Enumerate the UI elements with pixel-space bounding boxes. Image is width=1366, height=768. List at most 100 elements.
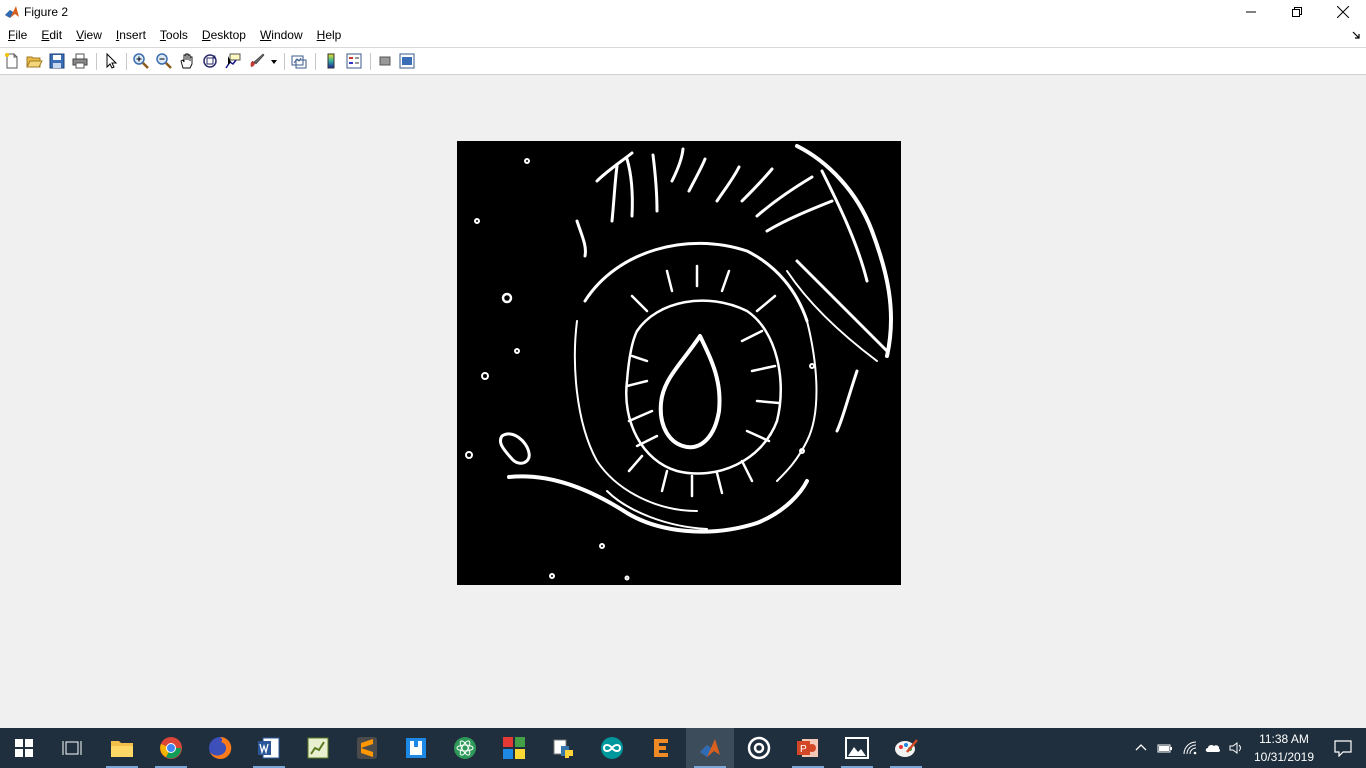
system-clock[interactable]: 11:38 AM 10/31/2019 xyxy=(1252,730,1316,766)
menu-insert[interactable]: Insert xyxy=(108,24,152,47)
start-icon xyxy=(15,739,33,757)
restore-icon xyxy=(1292,7,1302,17)
edge-detected-eye-image xyxy=(457,141,901,585)
clock-date: 10/31/2019 xyxy=(1253,750,1315,764)
taskbar-paint[interactable] xyxy=(882,728,930,768)
figure-toolbar xyxy=(0,47,1366,75)
window-title: Figure 2 xyxy=(24,5,69,19)
paint-icon xyxy=(895,739,918,757)
insert-colorbar-icon[interactable] xyxy=(322,52,340,70)
menu-accelerator: V xyxy=(76,28,84,42)
wifi-icon[interactable] xyxy=(1182,740,1198,756)
menu-accelerator: T xyxy=(159,28,166,42)
taskbar-arduino[interactable] xyxy=(588,728,636,768)
toolbar-separator xyxy=(284,53,285,70)
window-title-bar[interactable]: Figure 2 xyxy=(0,0,1366,24)
taskbar-office-app[interactable] xyxy=(490,728,538,768)
close-icon xyxy=(1337,6,1349,18)
minimize-button[interactable] xyxy=(1228,0,1274,24)
matlab-logo-icon xyxy=(5,6,19,18)
taskbar-atom[interactable] xyxy=(441,728,489,768)
start-button[interactable] xyxy=(0,728,48,768)
file-explorer-icon xyxy=(111,741,133,757)
taskbar-chrome[interactable] xyxy=(147,728,195,768)
data-cursor-icon[interactable] xyxy=(224,52,242,70)
taskbar-python[interactable] xyxy=(539,728,587,768)
pan-icon[interactable] xyxy=(178,52,196,70)
menu-tools[interactable]: Tools xyxy=(152,24,194,47)
brush-dropdown-icon[interactable] xyxy=(271,60,277,64)
toolbar-separator xyxy=(315,53,316,70)
figure-canvas[interactable] xyxy=(0,75,1366,728)
taskbar-photos[interactable] xyxy=(833,728,881,768)
menu-accelerator: W xyxy=(259,28,272,42)
clock-time: 11:38 AM xyxy=(1259,732,1309,746)
menu-help[interactable]: Help xyxy=(309,24,348,47)
svg-text:P: P xyxy=(800,744,807,755)
close-button[interactable] xyxy=(1320,0,1366,24)
atom-icon xyxy=(454,737,476,759)
menu-accelerator: D xyxy=(201,28,211,42)
obs-icon xyxy=(747,736,771,760)
minimize-icon xyxy=(1246,11,1256,13)
taskbar-firefox[interactable] xyxy=(196,728,244,768)
menu-window[interactable]: Window xyxy=(252,24,309,47)
battery-icon[interactable] xyxy=(1157,740,1173,756)
zoom-out-icon[interactable] xyxy=(155,52,173,70)
menu-accelerator: F xyxy=(8,28,16,42)
onedrive-icon[interactable] xyxy=(1205,740,1221,756)
brush-icon[interactable] xyxy=(248,52,266,70)
restore-button[interactable] xyxy=(1274,0,1320,24)
arduino-icon xyxy=(601,737,623,759)
menu-desktop[interactable]: Desktop xyxy=(194,24,252,47)
dock-figure-icon[interactable] xyxy=(1352,31,1360,39)
taskbar-file-explorer[interactable] xyxy=(98,728,146,768)
insert-legend-icon[interactable] xyxy=(345,52,363,70)
print-figure-icon[interactable] xyxy=(71,52,89,70)
menu-bar: File Edit View Insert Tools Desktop Wind… xyxy=(0,24,1366,47)
taskbar-sublime-text[interactable] xyxy=(343,728,391,768)
task-view-icon xyxy=(62,741,82,755)
eclipse-icon xyxy=(654,739,668,757)
matlab-icon xyxy=(700,739,720,757)
office-app-icon xyxy=(503,737,525,759)
sublime-text-icon xyxy=(357,737,377,759)
save-figure-icon[interactable] xyxy=(48,52,66,70)
word-icon xyxy=(258,737,280,759)
volume-icon[interactable] xyxy=(1228,740,1244,756)
edit-plot-icon[interactable] xyxy=(102,52,120,70)
menu-accelerator: I xyxy=(115,28,120,42)
windows-taskbar: P 11:38 AM 10/31/2019 xyxy=(0,728,1366,768)
show-plot-tools-icon[interactable] xyxy=(398,52,416,70)
taskbar-eclipse[interactable] xyxy=(637,728,685,768)
taskbar-spreadsheet[interactable] xyxy=(294,728,342,768)
menu-view[interactable]: View xyxy=(68,24,108,47)
menu-accelerator: H xyxy=(316,28,326,42)
powerpoint-icon: P xyxy=(797,739,818,757)
menu-file[interactable]: File xyxy=(0,24,33,47)
taskbar-word[interactable] xyxy=(245,728,293,768)
toolbar-separator xyxy=(370,53,371,70)
spreadsheet-icon xyxy=(307,737,329,759)
new-figure-icon[interactable] xyxy=(3,52,21,70)
open-file-icon[interactable] xyxy=(25,52,43,70)
show-hidden-icons-icon[interactable] xyxy=(1133,740,1149,756)
taskbar-notepad[interactable] xyxy=(392,728,440,768)
firefox-icon xyxy=(209,736,232,759)
action-center-icon[interactable] xyxy=(1334,739,1352,757)
python-icon xyxy=(553,739,573,758)
hide-plot-tools-icon[interactable] xyxy=(376,52,394,70)
taskbar-matlab[interactable] xyxy=(686,728,734,768)
zoom-in-icon[interactable] xyxy=(132,52,150,70)
chrome-icon xyxy=(160,737,182,759)
notepad-icon xyxy=(406,738,426,758)
toolbar-separator xyxy=(126,53,127,70)
eye-edges-graphic xyxy=(465,144,893,581)
link-plot-icon[interactable] xyxy=(290,52,308,70)
task-view-button[interactable] xyxy=(48,728,96,768)
rotate-3d-icon[interactable] xyxy=(201,52,219,70)
taskbar-powerpoint[interactable]: P xyxy=(784,728,832,768)
taskbar-obs[interactable] xyxy=(735,728,783,768)
menu-accelerator: E xyxy=(41,28,50,42)
menu-edit[interactable]: Edit xyxy=(33,24,68,47)
